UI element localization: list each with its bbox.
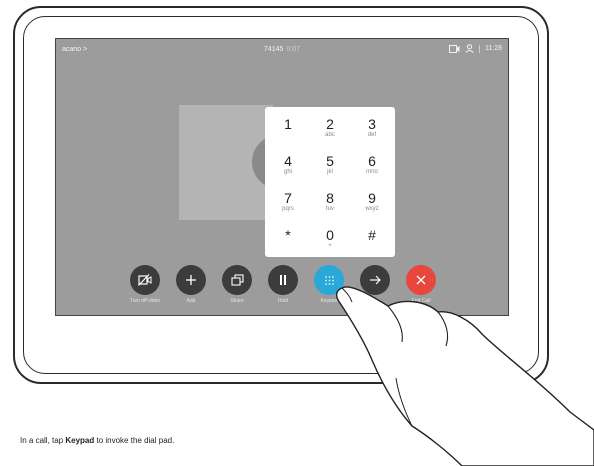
key-digit: 4: [284, 153, 292, 169]
share-icon: [222, 265, 252, 295]
key-letters: +: [328, 243, 332, 249]
key-4[interactable]: 4 ghi: [268, 146, 308, 182]
video-off-icon: [130, 265, 160, 295]
key-2[interactable]: 2 abc: [310, 109, 350, 145]
keypad-button[interactable]: Keypad: [306, 265, 352, 304]
add-button[interactable]: Add: [168, 265, 214, 304]
status-bar: acano > 74145 0:07 11:28: [56, 39, 508, 61]
transfer-icon: [360, 265, 390, 295]
key-digit: 5: [326, 153, 334, 169]
touch-screen: acano > 74145 0:07 11:28 1 2 abc 3 def 4 ghi…: [55, 38, 509, 316]
video-status-icon[interactable]: [449, 44, 460, 53]
hold-button[interactable]: Hold: [260, 265, 306, 304]
key-letters: def: [367, 132, 377, 138]
control-label: Turn off video: [129, 298, 161, 304]
status-icons: 11:28: [449, 44, 502, 53]
key-5[interactable]: 5 jkl: [310, 146, 350, 182]
key-digit: 2: [326, 116, 334, 132]
clock: 11:28: [485, 45, 502, 52]
call-duration: 0:07: [286, 46, 301, 53]
key-digit: *: [285, 227, 291, 243]
share-button[interactable]: Share: [214, 265, 260, 304]
key-digit: 8: [326, 190, 334, 206]
key-6[interactable]: 6 mno: [352, 146, 392, 182]
control-label: Keypad: [320, 298, 338, 304]
control-label: End Call: [411, 298, 431, 304]
key-digit: 3: [368, 116, 376, 132]
control-label: Share: [230, 298, 244, 304]
control-label: Add: [186, 298, 196, 304]
key-letters: pqrs: [282, 206, 294, 212]
control-label: Hold: [277, 298, 289, 304]
transfer-button[interactable]: [352, 265, 398, 298]
caption-keyword: Keypad: [65, 436, 95, 445]
key-9[interactable]: 9 wxyz: [352, 183, 392, 219]
key-digit: 9: [368, 190, 376, 206]
key-1[interactable]: 1: [268, 109, 308, 145]
keypad-icon: [314, 265, 344, 295]
key-7[interactable]: 7 pqrs: [268, 183, 308, 219]
call-info: 74145 0:07: [56, 46, 508, 53]
key-letters: wxyz: [365, 206, 379, 212]
pause-icon: [268, 265, 298, 295]
close-icon: [406, 265, 436, 295]
key-3[interactable]: 3 def: [352, 109, 392, 145]
instruction-caption: In a call, tap Keypad to invoke the dial…: [20, 436, 174, 445]
key-digit: 6: [368, 153, 376, 169]
key-8[interactable]: 8 tuv: [310, 183, 350, 219]
key-letters: mno: [366, 169, 378, 175]
key-digit: 0: [326, 227, 334, 243]
key-digit: 1: [284, 116, 292, 132]
key-letters: tuv: [325, 206, 334, 212]
key-letters: jkl: [327, 169, 333, 175]
status-divider: [479, 44, 480, 53]
key-star[interactable]: *: [268, 220, 308, 256]
plus-icon: [176, 265, 206, 295]
key-letters: abc: [325, 132, 335, 138]
key-hash[interactable]: #: [352, 220, 392, 256]
key-digit: 7: [284, 190, 292, 206]
key-letters: ghi: [283, 169, 292, 175]
person-icon[interactable]: [465, 44, 474, 53]
caption-prefix: In a call, tap: [20, 436, 66, 445]
call-number: 74145: [263, 46, 284, 53]
turn-off-video-button[interactable]: Turn off video: [122, 265, 168, 304]
caption-suffix: to invoke the dial pad.: [94, 436, 175, 445]
key-0[interactable]: 0 +: [310, 220, 350, 256]
key-digit: #: [368, 227, 376, 243]
call-controls: Turn off video Add Share Hold Keypad End…: [56, 265, 508, 315]
end-call-button[interactable]: End Call: [398, 265, 444, 304]
dial-pad: 1 2 abc 3 def 4 ghi 5 jkl 6 mno 7 pqrs 8 tuv 9w…: [265, 107, 395, 257]
